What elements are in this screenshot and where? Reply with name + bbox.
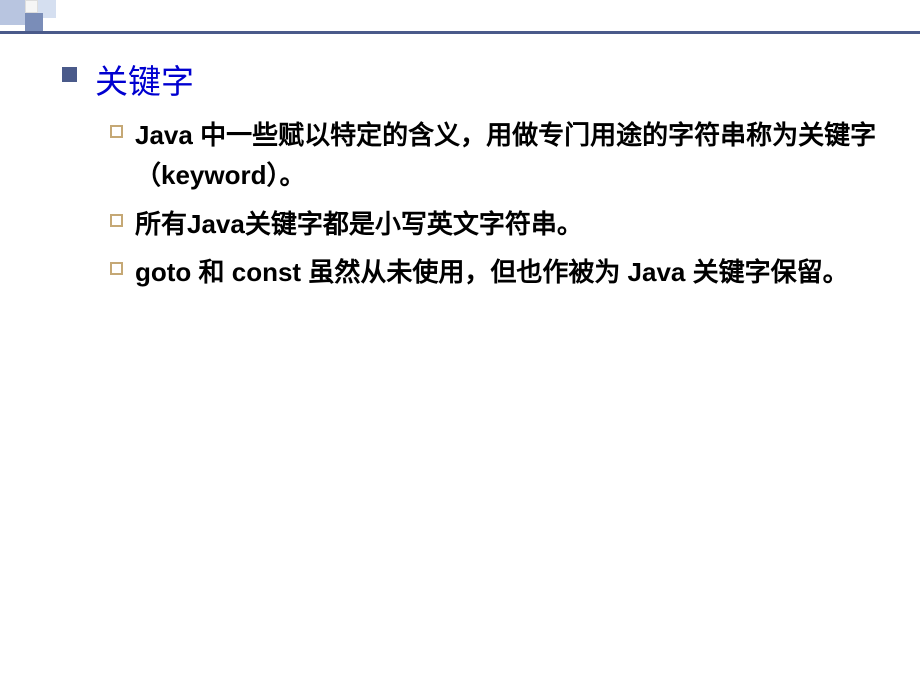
bullet-level2-icon [110, 125, 123, 138]
list-item: Java 中一些赋以特定的含义，用做专门用途的字符串称为关键字（keyword）… [110, 115, 880, 196]
list-item: goto 和 const 虽然从未使用，但也作被为 Java 关键字保留。 [110, 252, 880, 292]
heading-row: 关键字 [62, 55, 880, 103]
deco-square [25, 0, 38, 13]
list-item: 所有Java关键字都是小写英文字符串。 [110, 204, 880, 244]
bullet-list: Java 中一些赋以特定的含义，用做专门用途的字符串称为关键字（keyword）… [110, 115, 880, 292]
deco-square [0, 0, 25, 25]
top-border [0, 31, 920, 34]
slide-content: 关键字 Java 中一些赋以特定的含义，用做专门用途的字符串称为关键字（keyw… [62, 55, 880, 300]
bullet-level2-icon [110, 214, 123, 227]
list-item-text: 所有Java关键字都是小写英文字符串。 [135, 204, 583, 244]
deco-square [25, 13, 43, 31]
bullet-level1-icon [62, 67, 77, 82]
bullet-level2-icon [110, 262, 123, 275]
list-item-text: goto 和 const 虽然从未使用，但也作被为 Java 关键字保留。 [135, 252, 849, 292]
list-item-text: Java 中一些赋以特定的含义，用做专门用途的字符串称为关键字（keyword）… [135, 115, 880, 196]
slide-heading: 关键字 [95, 55, 194, 103]
corner-decoration [0, 0, 60, 40]
